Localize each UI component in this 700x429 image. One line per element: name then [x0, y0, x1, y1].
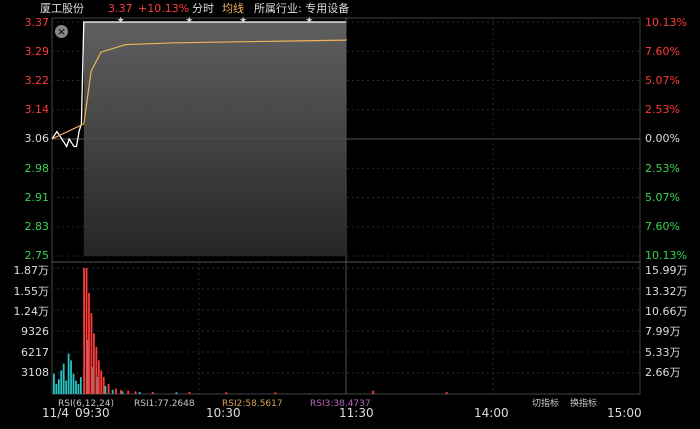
pct-tick: 2.53%: [645, 162, 680, 175]
volume-tick: 9326: [21, 325, 49, 338]
event-star-icon: ★: [185, 16, 193, 26]
volume-bar-down: [175, 392, 178, 394]
volume-bar-down: [138, 391, 141, 394]
limit-up-area: [83, 22, 346, 256]
pct-tick: 0.00%: [645, 132, 680, 145]
price-tick: 2.83: [24, 220, 50, 233]
volume-bar-up: [97, 360, 100, 394]
volume-bar-up: [90, 313, 93, 394]
intraday-chart[interactable]: ★ ★ ★ ★: [0, 0, 700, 429]
volume-tick: 10.66万: [645, 305, 688, 318]
price-tick: 3.37: [24, 16, 50, 29]
volume-bar-up: [274, 392, 277, 394]
indicator-rsi-name[interactable]: RSI(6,12,24): [58, 398, 114, 410]
volume-bar-down: [53, 373, 55, 394]
event-star-icon: ★: [239, 16, 247, 26]
volume-bar-up: [188, 391, 191, 394]
volume-bar-up: [151, 391, 154, 394]
price-tick: 3.29: [24, 45, 50, 58]
volume-tick: 2.66万: [645, 366, 681, 379]
volume-bar-down: [121, 391, 124, 394]
volume-bar-up: [372, 390, 375, 394]
volume-bar-down: [104, 385, 107, 394]
volume-bar-down: [62, 363, 65, 394]
pct-tick: 10.13%: [645, 249, 687, 262]
volume-bar-up: [88, 292, 90, 394]
price-tick: 3.14: [24, 103, 50, 116]
volume-tick: 5.33万: [645, 346, 681, 359]
volume-bar-up: [107, 383, 110, 394]
volume-bar-up: [119, 389, 122, 394]
volume-bar-down: [75, 380, 77, 394]
price-tick: 2.91: [24, 191, 50, 204]
volume-tick: 3108: [21, 366, 49, 379]
price-tick: 3.22: [24, 74, 50, 87]
volume-bar-up: [85, 268, 88, 394]
pct-tick: 2.53%: [645, 103, 680, 116]
pct-tick: 5.07%: [645, 74, 680, 87]
volume-tick: 15.99万: [645, 264, 688, 277]
volume-bar-down: [55, 383, 58, 394]
volume-bar-up: [102, 377, 105, 394]
volume-bar-down: [67, 353, 70, 394]
time-1500: 15:00: [607, 406, 642, 420]
price-tick: 2.75: [24, 249, 50, 262]
volume-tick: 7.99万: [645, 325, 681, 338]
pct-tick: 10.13%: [645, 16, 687, 29]
indicator-rsi2: RSI2:58.5617: [222, 399, 283, 409]
volume-tick: 1.55万: [13, 285, 50, 298]
change-indicator-button[interactable]: 换指标: [570, 398, 597, 410]
indicator-rsi3: RSI3:38.4737: [310, 399, 371, 409]
volume-bar-up: [95, 346, 98, 394]
price-tick: 2.98: [24, 162, 50, 175]
volume-bar-down: [57, 379, 60, 394]
volume-bar-up: [100, 370, 103, 394]
volume-bar-up: [134, 391, 137, 394]
time-1400: 14:00: [474, 406, 509, 420]
volume-bar-up: [445, 391, 448, 394]
volume-tick: 1.87万: [13, 264, 50, 277]
indicator-rsi1: RSI1:77.2648: [134, 399, 195, 409]
pct-tick: 7.60%: [645, 220, 680, 233]
volume-tick: 1.24万: [13, 305, 50, 318]
event-star-icon: ★: [117, 16, 125, 26]
event-star-icon: ★: [305, 16, 313, 26]
price-tick: 3.06: [24, 132, 50, 145]
volume-bar-down: [65, 380, 68, 394]
close-icon[interactable]: ×: [55, 25, 68, 38]
switch-indicator-button[interactable]: 切指标: [532, 398, 559, 410]
volume-bar-up: [225, 392, 228, 394]
volume-bar-down: [72, 373, 75, 394]
pct-tick: 7.60%: [645, 45, 680, 58]
volume-tick: 13.32万: [645, 285, 688, 298]
volume-bar-up: [115, 388, 117, 394]
volume-tick: 6217: [21, 346, 49, 359]
volume-bar-down: [111, 389, 114, 394]
volume-bar-down: [60, 370, 63, 394]
volume-bar-down: [70, 360, 72, 394]
pct-tick: 5.07%: [645, 191, 680, 204]
volume-bar-up: [93, 333, 95, 394]
volume-bar-down: [77, 383, 80, 394]
volume-bar-down: [79, 377, 82, 394]
volume-bar-up: [83, 268, 85, 394]
volume-bar-up: [127, 390, 130, 394]
